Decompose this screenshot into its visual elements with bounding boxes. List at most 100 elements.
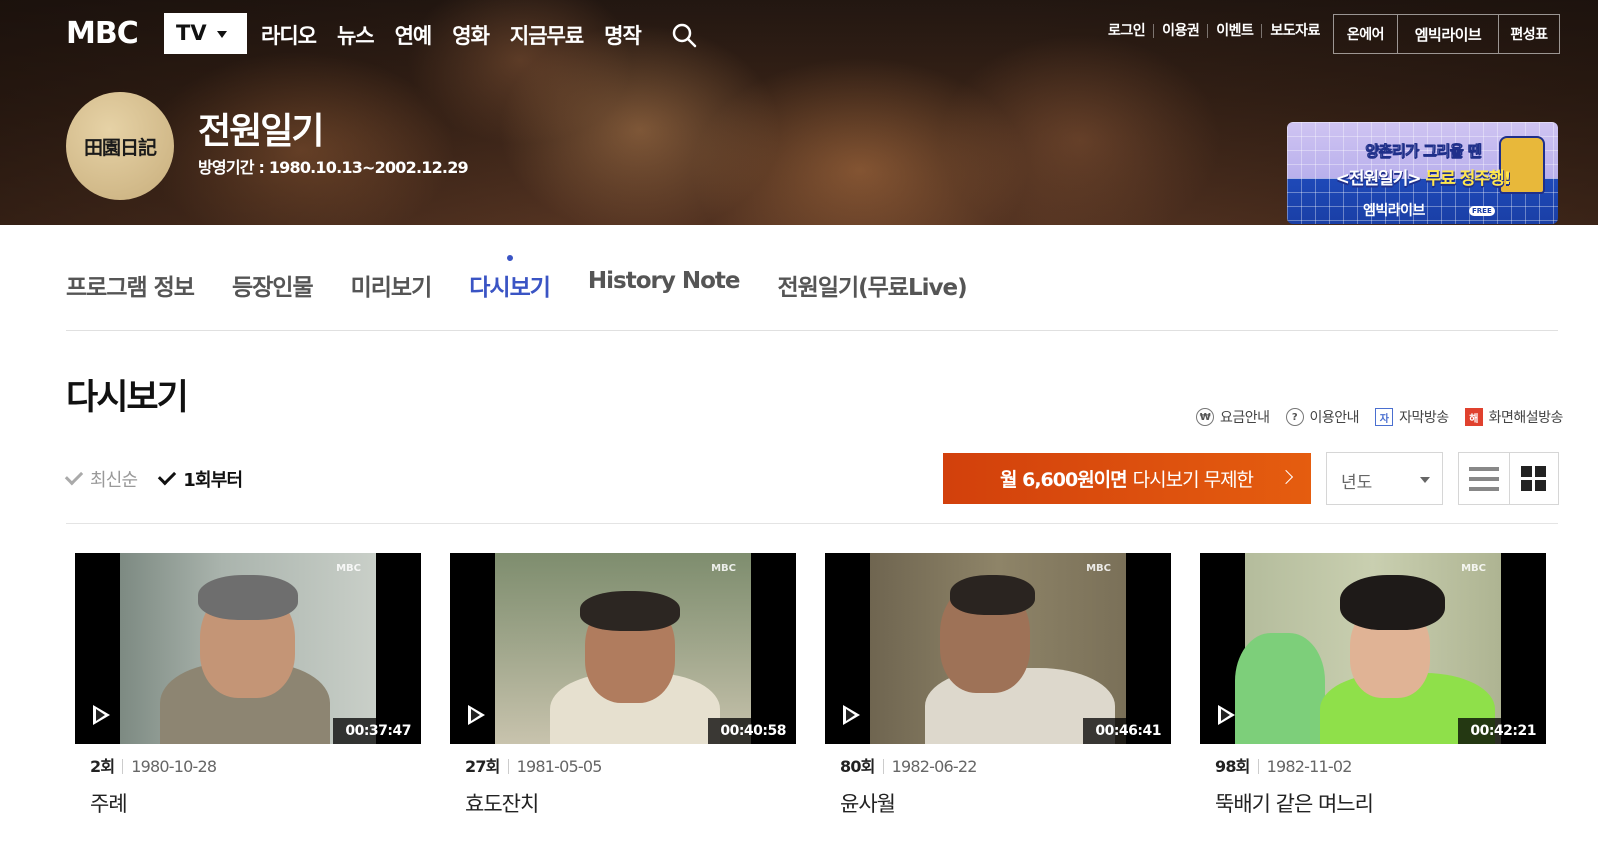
- filter-divider: [66, 523, 1558, 524]
- episode-number: 2회: [90, 759, 124, 775]
- mbc-logo[interactable]: MBC: [66, 18, 139, 50]
- program-title: 전원일기: [198, 111, 324, 152]
- episode-title[interactable]: 뚝배기 같은 며느리: [1200, 788, 1546, 818]
- episode-card[interactable]: MBC 00:42:21 98회 1982-11-02 뚝배기 같은 며느리: [1200, 553, 1546, 818]
- episode-thumbnail[interactable]: MBC 00:40:58: [450, 553, 796, 744]
- audio-description-label: 화면해설방송: [1488, 410, 1564, 426]
- tab-replay[interactable]: 다시보기: [469, 255, 551, 302]
- episode-duration: 00:42:21: [1458, 718, 1546, 744]
- promo-price: 월 6,600원이면: [1000, 469, 1128, 491]
- caret-down-icon: [217, 31, 227, 38]
- nav-radio[interactable]: 라디오: [261, 20, 317, 50]
- episode-thumbnail[interactable]: MBC 00:42:21: [1200, 553, 1546, 744]
- pricing-info-label: 요금안내: [1220, 410, 1270, 426]
- list-view-button[interactable]: [1459, 453, 1509, 504]
- login-link[interactable]: 로그인: [1100, 24, 1153, 38]
- episode-card[interactable]: MBC 00:46:41 80회 1982-06-22 윤사월: [825, 553, 1171, 818]
- press-link[interactable]: 보도자료: [1261, 24, 1328, 38]
- episode-title[interactable]: 주례: [75, 788, 421, 818]
- thumbnail-image: [495, 553, 751, 744]
- audio-description-link[interactable]: 해 화면해설방송: [1464, 407, 1564, 427]
- banner-line1: 양촌리가 그리울 땐: [1365, 142, 1482, 161]
- mbc-watermark: MBC: [336, 563, 361, 574]
- sort-options: 최신순 1회부터: [64, 466, 243, 492]
- episode-duration: 00:37:47: [333, 718, 421, 744]
- subtitle-broadcast-label: 자막방송: [1399, 410, 1449, 426]
- tab-preview[interactable]: 미리보기: [351, 268, 433, 302]
- episode-title[interactable]: 효도잔치: [450, 788, 796, 818]
- channel-select-label: TV: [176, 21, 207, 45]
- play-icon: [93, 705, 110, 725]
- banner-line2: <전원일기> 무료 정주행!: [1335, 169, 1512, 189]
- episode-date: 1981-05-05: [516, 757, 603, 776]
- tab-free-live[interactable]: 전원일기(무료Live): [778, 268, 968, 302]
- nav-movie[interactable]: 영화: [452, 20, 490, 50]
- main-nav: 라디오 뉴스 연예 영화 지금무료 명작: [261, 20, 642, 50]
- sort-from-first[interactable]: 1회부터: [158, 466, 243, 492]
- episode-number: 80회: [840, 759, 884, 775]
- nav-entertainment[interactable]: 연예: [395, 20, 433, 50]
- voucher-link[interactable]: 이용권: [1153, 24, 1207, 38]
- audio-description-badge-icon: 해: [1464, 408, 1483, 426]
- play-icon: [1218, 705, 1235, 725]
- episode-meta: 2회 1980-10-28: [75, 757, 421, 776]
- episode-thumbnail[interactable]: MBC 00:37:47: [75, 553, 421, 744]
- episode-meta: 27회 1981-05-05: [450, 757, 796, 776]
- util-nav: 로그인 이용권 이벤트 보도자료: [1100, 24, 1328, 38]
- episode-meta: 98회 1982-11-02: [1200, 757, 1546, 776]
- episode-card[interactable]: MBC 00:40:58 27회 1981-05-05 효도잔치: [450, 553, 796, 818]
- tab-history-note[interactable]: History Note: [588, 268, 741, 302]
- pricing-info-link[interactable]: ₩ 요금안내: [1196, 407, 1270, 427]
- episode-duration: 00:40:58: [708, 718, 796, 744]
- channel-select[interactable]: TV: [164, 13, 247, 54]
- subtitle-badge-icon: 자: [1375, 408, 1394, 426]
- event-link[interactable]: 이벤트: [1207, 24, 1261, 38]
- util-buttons: 온에어 엠빅라이브 편성표: [1333, 14, 1560, 54]
- mbig-live-button[interactable]: 엠빅라이브: [1397, 15, 1498, 53]
- grid-view-button[interactable]: [1508, 453, 1559, 504]
- episode-number: 27회: [465, 759, 509, 775]
- mbc-watermark: MBC: [1461, 563, 1486, 574]
- episode-date: 1982-06-22: [891, 757, 978, 776]
- thumbnail-image: [120, 553, 376, 744]
- tab-program-info[interactable]: 프로그램 정보: [66, 268, 195, 302]
- tab-characters[interactable]: 등장인물: [232, 268, 314, 302]
- check-icon: [158, 466, 177, 486]
- episode-number: 98회: [1215, 759, 1259, 775]
- banner-brand: 엠빅라이브: [1363, 203, 1425, 219]
- free-live-banner[interactable]: 양촌리가 그리울 땐 <전원일기> 무료 정주행! 엠빅라이브 FREE: [1287, 122, 1558, 224]
- program-hero: MBC TV 라디오 뉴스 연예 영화 지금무료 명작 로그인 이용권 이벤트 …: [0, 0, 1598, 225]
- program-tabs: 프로그램 정보 등장인물 미리보기 다시보기 History Note 전원일기…: [66, 255, 1005, 302]
- episode-meta: 80회 1982-06-22: [825, 757, 1171, 776]
- nav-news[interactable]: 뉴스: [337, 20, 375, 50]
- episode-card[interactable]: MBC 00:37:47 2회 1980-10-28 주례: [75, 553, 421, 818]
- search-icon[interactable]: [671, 22, 697, 48]
- sort-latest[interactable]: 최신순: [64, 466, 138, 492]
- subscription-promo-button[interactable]: 월 6,600원이면 다시보기 무제한: [943, 453, 1311, 504]
- schedule-button[interactable]: 편성표: [1498, 15, 1559, 53]
- nav-classics[interactable]: 명작: [604, 20, 642, 50]
- year-select[interactable]: 년도: [1326, 452, 1443, 505]
- usage-guide-link[interactable]: ? 이용안내: [1285, 407, 1360, 427]
- free-badge: FREE: [1469, 206, 1495, 216]
- episode-thumbnail[interactable]: MBC 00:46:41: [825, 553, 1171, 744]
- check-icon: [64, 466, 84, 486]
- subtitle-broadcast-link[interactable]: 자 자막방송: [1375, 407, 1449, 427]
- list-icon: [1468, 466, 1499, 491]
- play-icon: [843, 705, 860, 725]
- global-nav: MBC TV 라디오 뉴스 연예 영화 지금무료 명작 로그인 이용권 이벤트 …: [0, 0, 1598, 68]
- episode-date: 1980-10-28: [131, 757, 217, 776]
- onair-button[interactable]: 온에어: [1334, 15, 1397, 53]
- tabs-divider: [66, 330, 1558, 331]
- play-icon: [468, 705, 485, 725]
- episode-title[interactable]: 윤사월: [825, 788, 1171, 818]
- view-toggle: [1458, 452, 1559, 505]
- promo-text: 다시보기 무제한: [1132, 469, 1254, 491]
- nav-free-now[interactable]: 지금무료: [510, 20, 584, 50]
- caret-down-icon: [1420, 477, 1430, 483]
- won-icon: ₩: [1196, 408, 1214, 426]
- thumbnail-image: [870, 553, 1126, 744]
- sort-latest-label: 최신순: [90, 470, 138, 491]
- sort-from-first-label: 1회부터: [183, 470, 243, 491]
- service-legend: ₩ 요금안내 ? 이용안내 자 자막방송 해 화면해설방송: [1196, 407, 1563, 427]
